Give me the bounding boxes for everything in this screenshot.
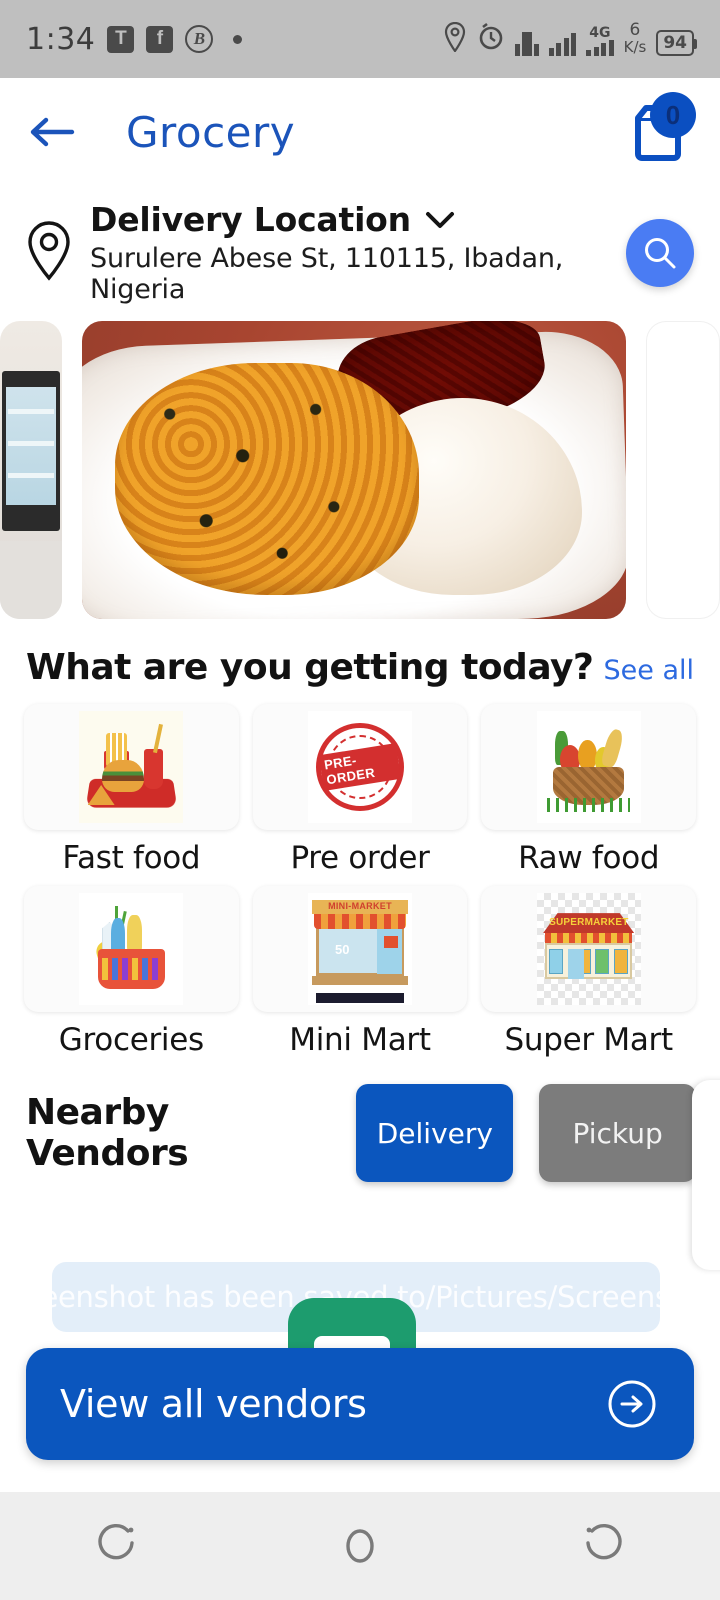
signal-bars-icon <box>548 30 577 56</box>
pickup-mode-button[interactable]: Pickup <box>539 1084 696 1182</box>
home-button[interactable] <box>312 1513 408 1579</box>
store-interior-image <box>0 321 62 619</box>
category-item-raw-food[interactable]: Raw food <box>481 704 696 876</box>
location-active-icon <box>443 21 467 56</box>
mini-market-storefront-icon: MINI-MARKET 50 <box>307 893 412 1005</box>
back-button[interactable] <box>26 106 78 158</box>
network-type-indicator: 4G <box>586 26 614 56</box>
fast-food-tray-icon <box>79 711 184 823</box>
supermarket-storefront-icon: SUPERMARKET <box>536 893 641 1005</box>
location-pin-icon <box>26 220 72 286</box>
view-all-vendors-label: View all vendors <box>60 1382 367 1426</box>
search-icon <box>645 237 676 268</box>
status-bar-clock: 1:34 <box>26 21 96 57</box>
status-bar-right: 4G 6 K/s 94 <box>443 21 697 56</box>
carousel-slide-previous[interactable] <box>0 321 62 619</box>
delivery-location-row[interactable]: Delivery Location Surulere Abese St, 110… <box>0 186 720 321</box>
delivery-location-label: Delivery Location <box>90 200 411 239</box>
category-card[interactable] <box>481 704 696 830</box>
app-icon-t: T <box>107 25 135 53</box>
categories-header: What are you getting today? See all <box>0 619 720 698</box>
nearby-vendors-title: Nearby Vendors <box>26 1092 189 1174</box>
mini-market-discount-text: 50 <box>335 942 350 958</box>
category-label: Groceries <box>58 1022 204 1058</box>
category-label: Super Mart <box>504 1022 674 1058</box>
category-item-mini-mart[interactable]: MINI-MARKET 50 Mini Mart <box>252 886 468 1058</box>
stamp-text: PRE-ORDER <box>318 743 402 791</box>
category-card[interactable]: MINI-MARKET 50 <box>252 886 468 1012</box>
carousel-slide-active[interactable] <box>82 321 626 619</box>
notification-dot-icon <box>233 34 243 44</box>
category-item-groceries[interactable]: Groceries <box>24 886 239 1058</box>
back-icon <box>586 1523 622 1560</box>
app-icon-b: B <box>185 25 214 53</box>
alarm-icon <box>477 22 505 56</box>
category-card[interactable]: SUPERMARKET <box>481 886 696 1012</box>
category-item-super-mart[interactable]: SUPERMARKET Super Mart <box>481 886 696 1058</box>
promo-carousel[interactable] <box>0 321 720 619</box>
category-card[interactable] <box>24 886 239 1012</box>
app-header: Grocery 0 <box>0 78 720 186</box>
data-rate-unit: K/s <box>623 38 647 57</box>
category-label: Raw food <box>518 840 660 876</box>
food-dish-image <box>82 321 626 619</box>
cart-button[interactable]: 0 <box>622 92 696 168</box>
app-screen: 1:34 T f B 4G 6 K/s 94 Grocery 0 Deliver… <box>0 0 720 1600</box>
category-label: Fast food <box>62 840 201 876</box>
battery-indicator: 94 <box>656 30 697 56</box>
vibrate-icon <box>514 32 539 56</box>
category-item-fast-food[interactable]: Fast food <box>24 704 239 876</box>
back-arrow-icon <box>30 117 75 147</box>
category-grid: Fast food PRE-ORDER Pre order Raw food G… <box>0 698 720 1058</box>
android-navigation-bar <box>0 1492 720 1600</box>
carousel-slide-next[interactable] <box>646 321 720 619</box>
page-title: Grocery <box>126 107 296 157</box>
pre-order-stamp-icon: PRE-ORDER <box>307 711 412 823</box>
vegetable-basket-icon <box>536 711 641 823</box>
categories-title: What are you getting today? <box>26 647 594 688</box>
delivery-address: Surulere Abese St, 110115, Ibadan, Niger… <box>90 243 564 305</box>
facebook-icon: f <box>146 25 174 53</box>
network-type-label: 4G <box>589 25 611 41</box>
status-bar: 1:34 T f B 4G 6 K/s 94 <box>0 0 720 78</box>
view-all-vendors-button[interactable]: View all vendors <box>26 1348 694 1460</box>
see-all-categories-link[interactable]: See all <box>604 655 695 686</box>
chevron-down-icon <box>425 211 454 228</box>
category-label: Pre order <box>290 840 430 876</box>
vendor-card-peek[interactable] <box>692 1080 720 1270</box>
category-card[interactable]: PRE-ORDER <box>252 704 468 830</box>
location-text-group: Delivery Location Surulere Abese St, 110… <box>90 200 608 305</box>
supermarket-sign-text: SUPERMARKET <box>549 916 629 928</box>
delivery-mode-button[interactable]: Delivery <box>356 1084 514 1182</box>
delivery-location-selector[interactable]: Delivery Location <box>90 200 608 239</box>
home-icon <box>346 1529 374 1563</box>
cart-badge: 0 <box>650 92 696 138</box>
data-rate-indicator: 6 K/s <box>624 22 647 56</box>
back-button-nav[interactable] <box>552 1513 648 1579</box>
grocery-basket-icon <box>79 893 184 1005</box>
category-card[interactable] <box>24 704 239 830</box>
arrow-right-circle-icon <box>608 1380 656 1428</box>
mini-market-sign-text: MINI-MARKET <box>312 899 408 915</box>
category-label: Mini Mart <box>289 1022 431 1058</box>
recents-icon <box>98 1523 134 1560</box>
nearby-vendors-header: Nearby Vendors Delivery Pickup <box>0 1058 720 1270</box>
search-button[interactable] <box>626 218 694 287</box>
category-item-pre-order[interactable]: PRE-ORDER Pre order <box>252 704 468 876</box>
recents-button[interactable] <box>72 1513 168 1579</box>
status-bar-left: 1:34 T f B <box>26 21 243 57</box>
